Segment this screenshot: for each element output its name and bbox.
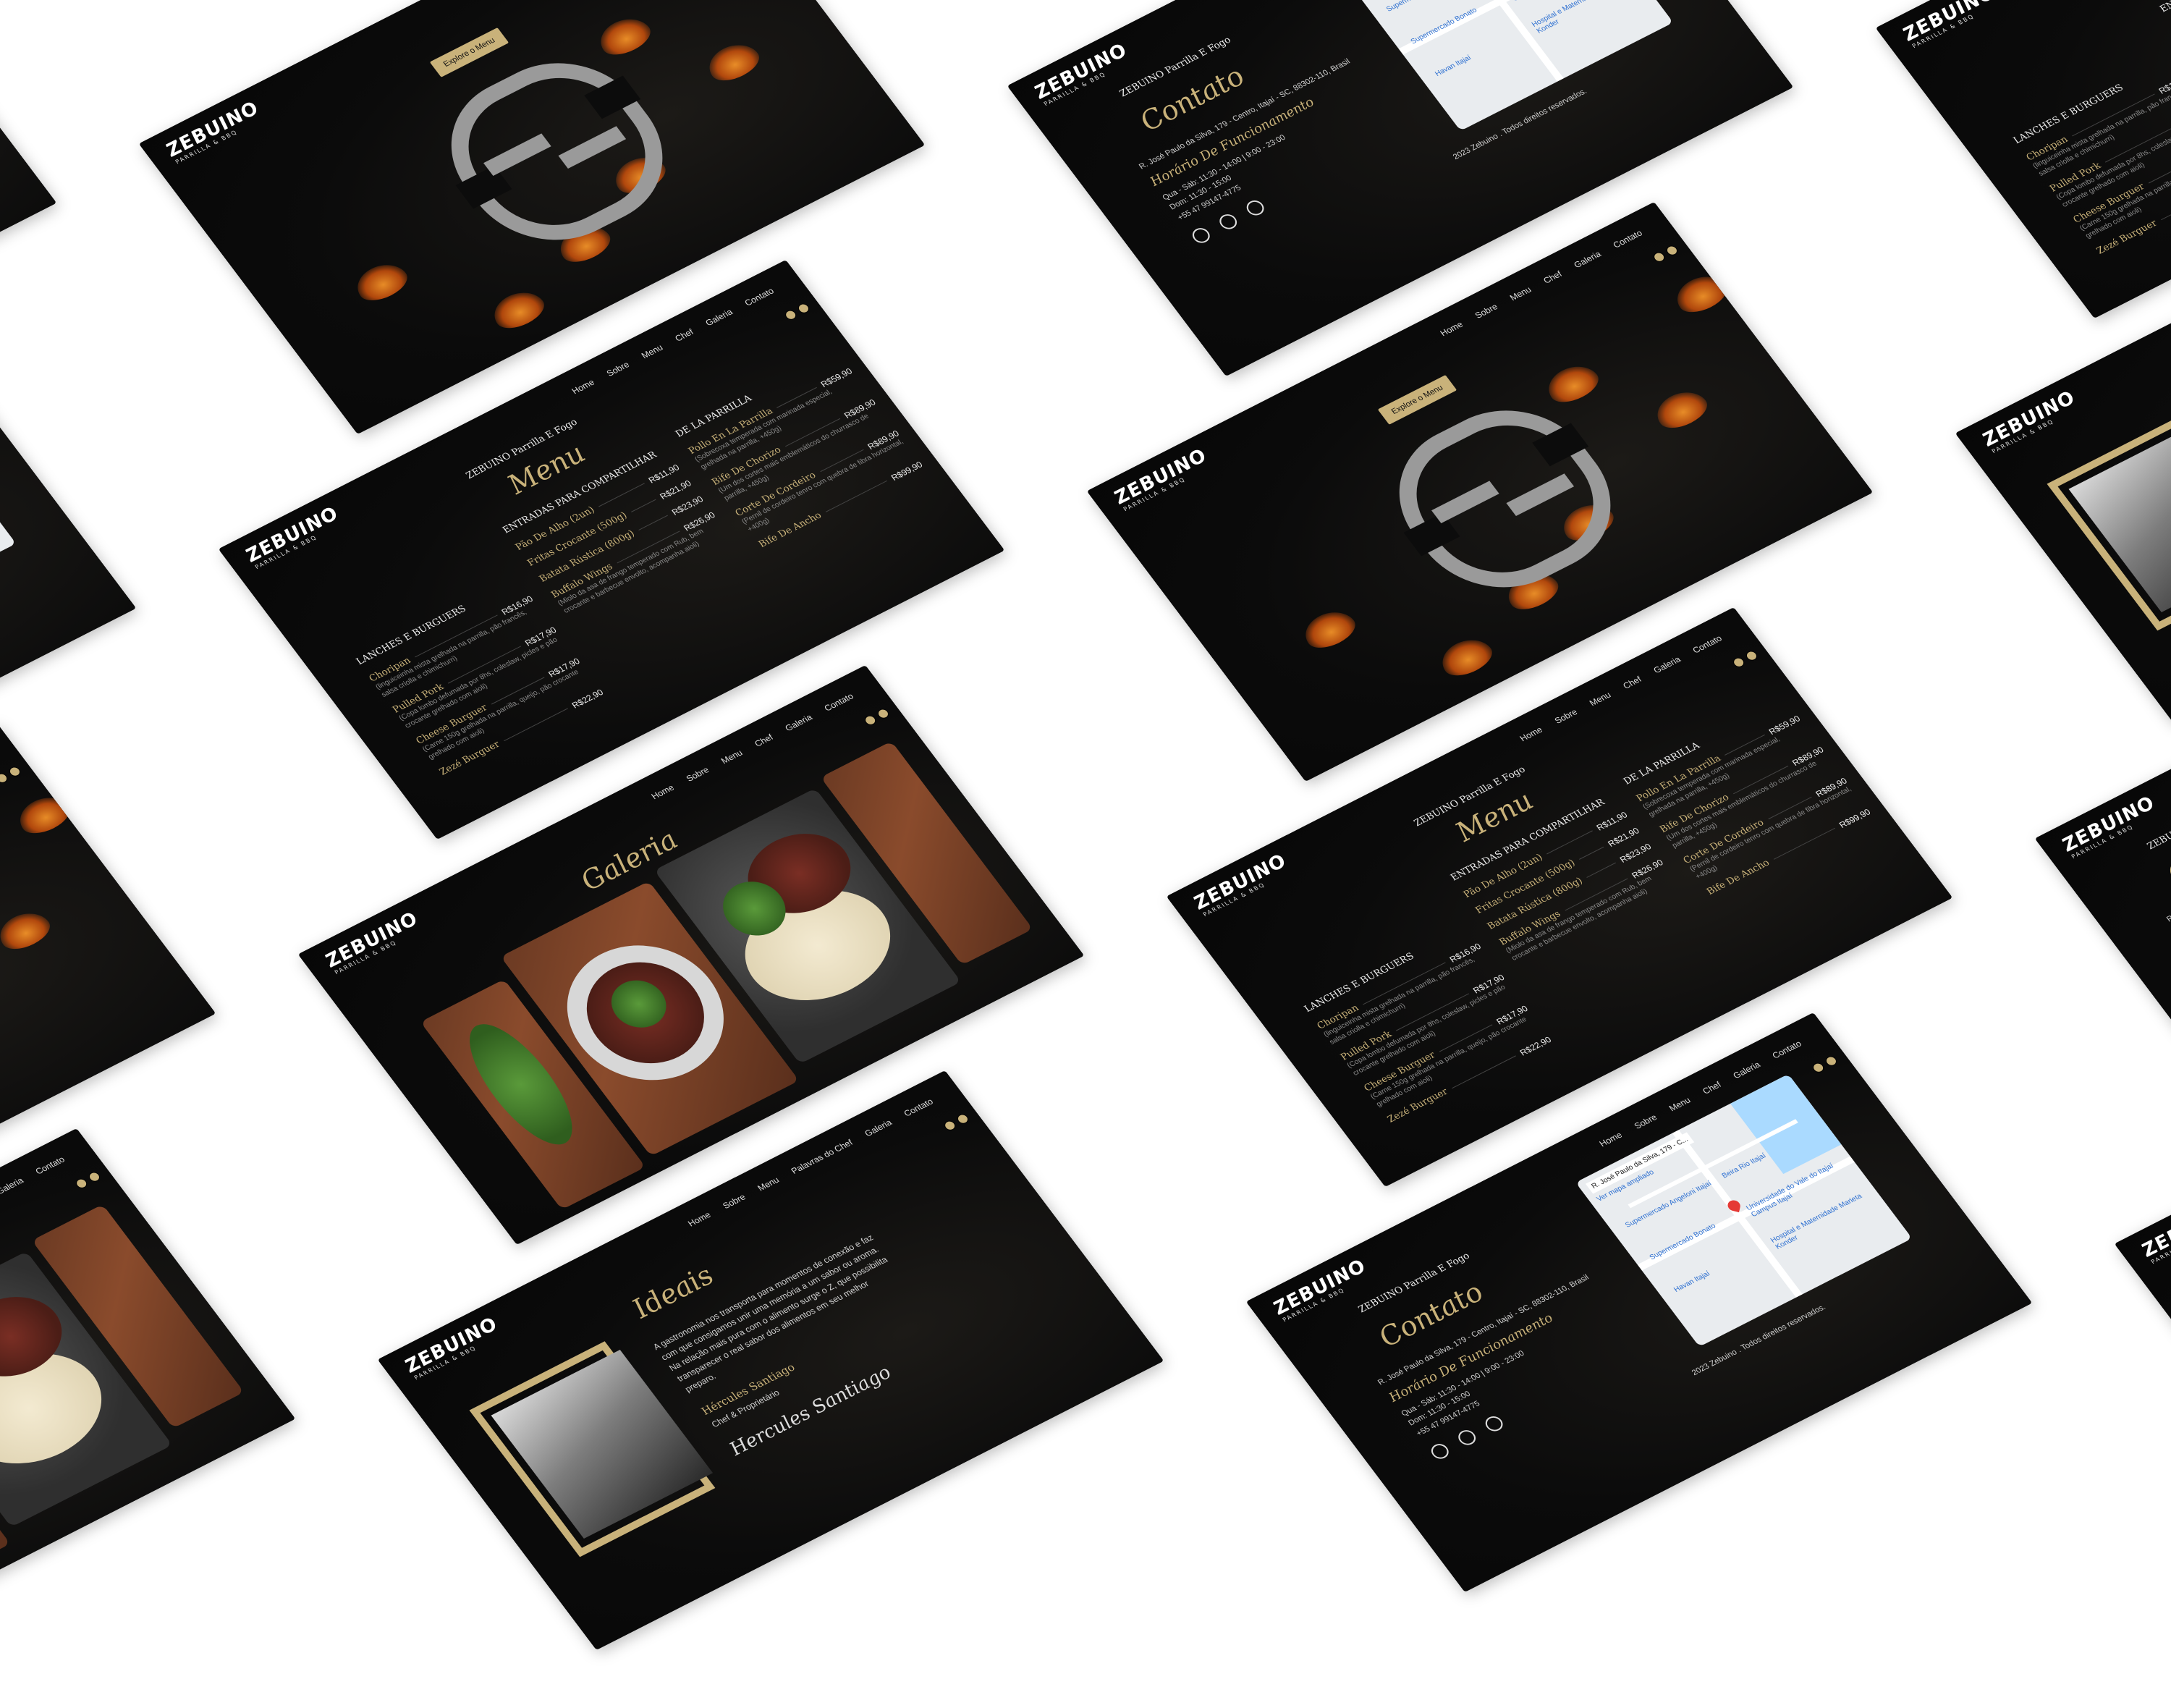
nav-item-3[interactable]: Chef <box>753 732 775 749</box>
nav-item-3[interactable]: Chef <box>1541 269 1564 286</box>
menu-item-price: R$23,90 <box>669 494 705 517</box>
nav-item-5[interactable]: Contato <box>902 1096 935 1118</box>
nav-item-5[interactable]: Contato <box>1690 633 1724 655</box>
nav-item-1[interactable]: Sobre <box>1473 302 1499 321</box>
screen-card-menu: ZEBUINOPARRILLA & BBQHomeSobreMenuChefGa… <box>1876 0 2171 318</box>
menu-item-price: R$23,90 <box>1617 841 1653 864</box>
nav-item-3[interactable]: Chef <box>1621 675 1643 691</box>
map-place-label: Hospital e Maternidade Marieta Konder <box>1531 0 1630 35</box>
menu-item-price: R$21,90 <box>658 478 693 501</box>
nav-item-2[interactable]: Menu <box>640 342 665 360</box>
menu-item-price: R$11,90 <box>646 462 681 486</box>
nav-item-0[interactable]: Home <box>649 782 676 801</box>
screen-card-gallery: ZEBUINOPARRILLA & BBQHomeSobreMenuChefGa… <box>0 1128 295 1708</box>
menu-item-price: R$22,90 <box>570 687 605 710</box>
menu-item-price: R$22,90 <box>1518 1034 1553 1057</box>
nav-item-1[interactable]: Sobre <box>604 360 631 379</box>
menu-item-price: R$11,90 <box>1594 810 1629 833</box>
nav-item-2[interactable]: Menu <box>756 1175 781 1193</box>
nav-item-2[interactable]: Menu <box>719 748 745 766</box>
nav-item-4[interactable]: Galeria <box>783 712 814 733</box>
menu-item-price: R$21,90 <box>1606 825 1641 848</box>
map-place-label: Havan Itajaí <box>1672 1241 1767 1293</box>
nav-item-4[interactable]: Galeria <box>703 307 735 328</box>
menu-dots <box>631 499 656 512</box>
menu-item-price: R$99,90 <box>889 460 924 483</box>
nav-item-1[interactable]: Sobre <box>721 1192 748 1211</box>
nav-item-2[interactable]: Menu <box>1508 284 1533 303</box>
screen-card-ideais: ZEBUINOPARRILLA & BBQHomeSobreMenuPalavr… <box>0 0 56 492</box>
nav-item-0[interactable]: Home <box>1597 1130 1624 1149</box>
nav-item-5[interactable]: Contato <box>742 286 776 308</box>
menu-dots <box>1586 863 1615 878</box>
nav-item-1[interactable]: Sobre <box>1552 707 1579 726</box>
nav-item-5[interactable]: Contato <box>1770 1039 1803 1060</box>
brand-logo[interactable]: ZEBUINOPARRILLA & BBQ <box>2137 1198 2171 1265</box>
menu-dots <box>638 515 667 530</box>
map-place-label: Supermercado Bonato <box>1409 0 1504 46</box>
nav-item-3[interactable]: Chef <box>1701 1080 1723 1096</box>
nav-item-4[interactable]: Galeria <box>0 1175 25 1196</box>
nav-item-2[interactable]: Menu <box>1588 690 1613 708</box>
nav-item-5[interactable]: Contato <box>1611 228 1644 250</box>
nav-item-1[interactable]: Sobre <box>684 765 711 784</box>
nav-item-1[interactable]: Sobre <box>1632 1112 1659 1131</box>
map-place-label: Supermercado Bonato <box>1648 1209 1743 1261</box>
card-background <box>0 0 56 492</box>
nav-item-4[interactable]: Galeria <box>1572 249 1603 270</box>
nav-item-0[interactable]: Home <box>570 377 596 396</box>
nav-item-0[interactable]: Home <box>1518 724 1544 743</box>
nav-item-0[interactable]: Home <box>686 1210 713 1229</box>
nav-item-3[interactable]: Chef <box>673 327 695 344</box>
nav-item-0[interactable]: Home <box>1438 319 1465 338</box>
nav-item-4[interactable]: Galeria <box>1651 654 1683 675</box>
nav-item-5[interactable]: Contato <box>33 1154 67 1176</box>
menu-dots <box>1579 847 1604 860</box>
nav-item-5[interactable]: Contato <box>822 691 855 713</box>
nav-item-3[interactable]: Palavras do Chef <box>789 1138 855 1176</box>
nav-item-2[interactable]: Menu <box>1667 1095 1693 1113</box>
menu-item-price: R$99,90 <box>1837 807 1872 830</box>
nav-item-4[interactable]: Galeria <box>1731 1060 1762 1081</box>
nav-item-4[interactable]: Galeria <box>863 1117 894 1138</box>
map-place-label: Havan Itajaí <box>1434 25 1528 77</box>
